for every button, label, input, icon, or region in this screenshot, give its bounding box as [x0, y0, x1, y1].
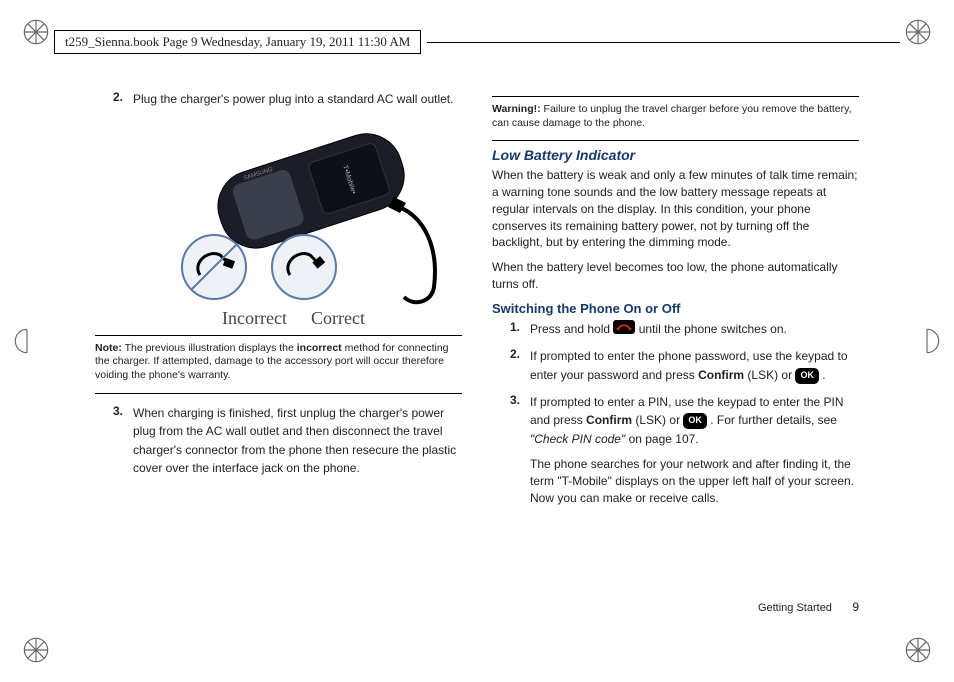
- step-text: Plug the charger's power plug into a sta…: [133, 90, 462, 109]
- warning-text: Failure to unplug the travel charger bef…: [492, 103, 852, 129]
- heading-low-battery: Low Battery Indicator: [492, 147, 859, 163]
- corner-ornament-br: [904, 636, 932, 664]
- header-box: t259_Sienna.book Page 9 Wednesday, Janua…: [54, 30, 421, 54]
- warning-block: Warning!: Failure to unplug the travel c…: [492, 103, 859, 130]
- footer-section: Getting Started: [758, 602, 832, 614]
- corner-ornament-bl: [22, 636, 50, 664]
- step-number: 1.: [492, 320, 530, 340]
- step-2: 2. Plug the charger's power plug into a …: [95, 90, 462, 109]
- divider: [492, 140, 859, 141]
- step-text: Press and hold until the phone switches …: [530, 320, 859, 340]
- switch-step-2: 2. If prompted to enter the phone passwo…: [492, 347, 859, 384]
- caption-correct: Correct: [311, 308, 365, 329]
- step-number: 3.: [492, 393, 530, 515]
- charger-illustration: T•Mobile• SAMSUNG: [125, 117, 462, 329]
- page-footer: Getting Started 9: [758, 600, 859, 614]
- corner-ornament-tl: [22, 18, 50, 46]
- caption-incorrect: Incorrect: [222, 308, 287, 329]
- step-number: 2.: [492, 347, 530, 384]
- xref-check-pin: "Check PIN code": [530, 432, 625, 446]
- left-column: 2. Plug the charger's power plug into a …: [95, 90, 462, 627]
- step-text: If prompted to enter a PIN, use the keyp…: [530, 393, 859, 515]
- side-ornament-right: [924, 327, 944, 355]
- step-3-followup: The phone searches for your network and …: [530, 456, 859, 506]
- step-text: When charging is finished, first unplug …: [133, 404, 462, 478]
- low-batt-p2: When the battery level becomes too low, …: [492, 259, 859, 293]
- divider: [95, 393, 462, 394]
- warning-label: Warning!:: [492, 103, 541, 115]
- ok-key-icon: OK: [795, 368, 819, 384]
- corner-ornament-tr: [904, 18, 932, 46]
- step-3: 3. When charging is finished, first unpl…: [95, 404, 462, 478]
- note-block: Note: The previous illustration displays…: [95, 342, 462, 383]
- right-column: Warning!: Failure to unplug the travel c…: [492, 90, 859, 627]
- ok-key-icon: OK: [683, 413, 707, 429]
- heading-switching: Switching the Phone On or Off: [492, 301, 859, 316]
- divider: [492, 96, 859, 97]
- low-batt-p1: When the battery is weak and only a few …: [492, 167, 859, 251]
- switch-step-1: 1. Press and hold until the phone switch…: [492, 320, 859, 340]
- step-number: 2.: [95, 90, 133, 109]
- switch-step-3: 3. If prompted to enter a PIN, use the k…: [492, 393, 859, 515]
- header-stripe: t259_Sienna.book Page 9 Wednesday, Janua…: [54, 30, 900, 54]
- step-number: 3.: [95, 404, 133, 478]
- divider: [95, 335, 462, 336]
- footer-page-number: 9: [835, 600, 859, 614]
- note-label: Note:: [95, 342, 122, 354]
- side-ornament-left: [10, 327, 30, 355]
- end-call-key-icon: [613, 320, 635, 340]
- step-text: If prompted to enter the phone password,…: [530, 347, 859, 384]
- note-text-a: The previous illustration displays the: [125, 342, 297, 354]
- note-text-bold: incorrect: [297, 342, 342, 354]
